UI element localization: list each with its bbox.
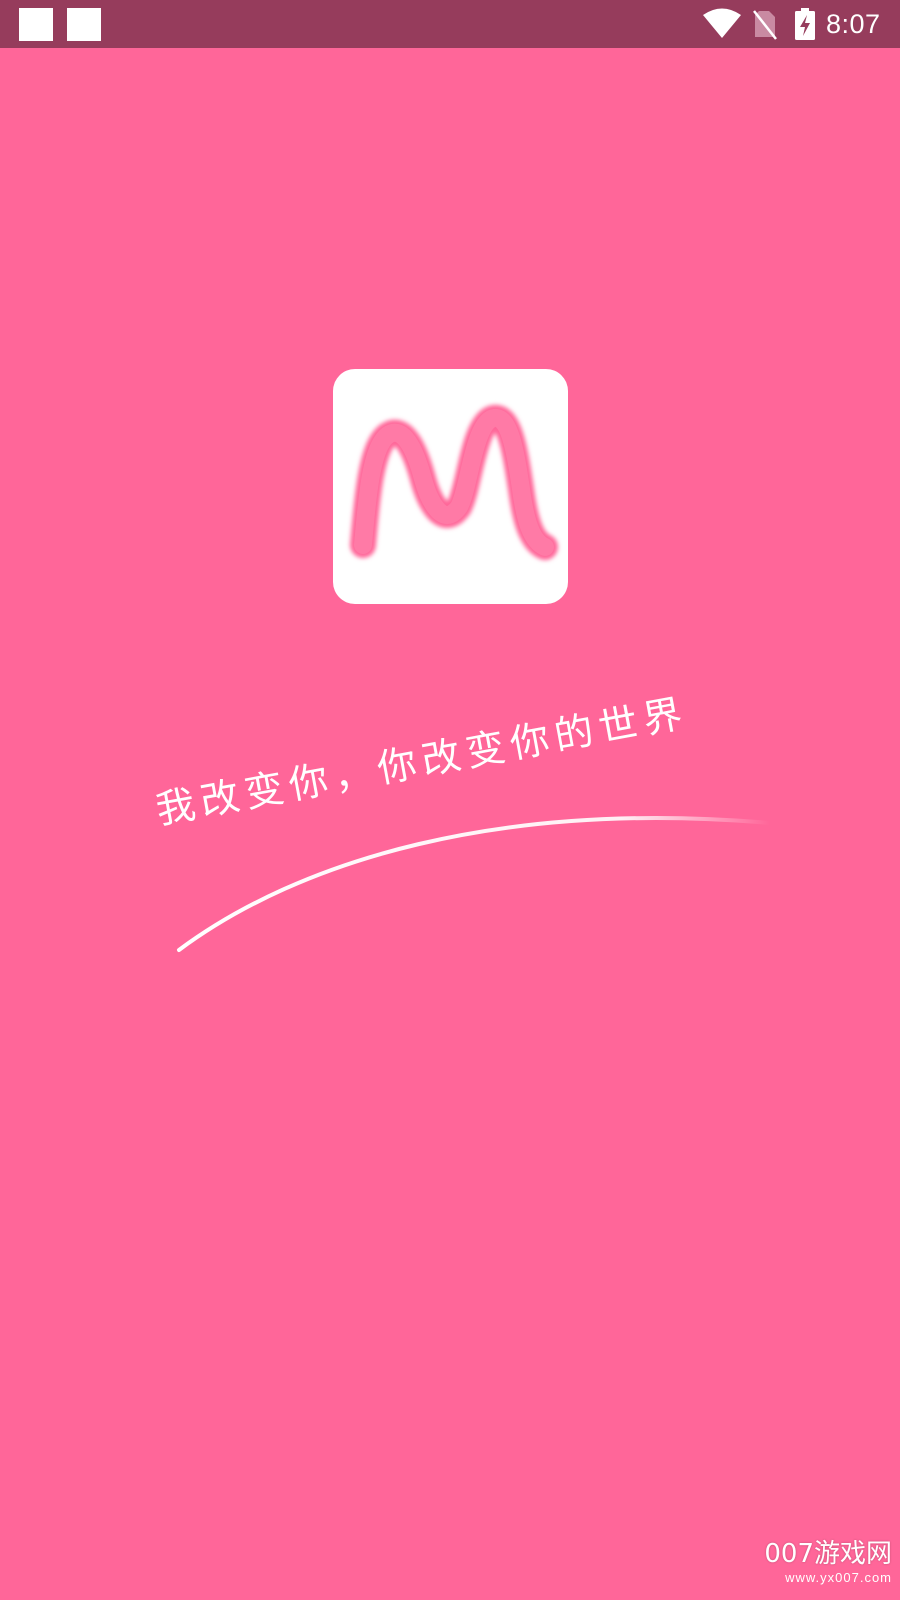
slogan-text: 我改变你，你改变你的世界 xyxy=(152,690,692,834)
notification-square-icon xyxy=(19,8,53,41)
app-logo xyxy=(333,369,568,604)
wifi-icon xyxy=(703,8,741,38)
m-logo-icon xyxy=(350,405,558,560)
splash-screen: 8:07 我改变你，你改变你的世界 007游戏网 www.yx007.com xyxy=(0,0,900,1600)
slogan-swoosh xyxy=(177,816,772,952)
notification-square-icon xyxy=(67,8,101,41)
status-bar: 8:07 xyxy=(0,0,900,48)
watermark: 007游戏网 www.yx007.com xyxy=(764,1538,892,1586)
no-sim-icon xyxy=(753,10,777,40)
watermark-title: 007游戏网 xyxy=(764,1539,892,1569)
status-time: 8:07 xyxy=(826,9,881,39)
watermark-url: www.yx007.com xyxy=(785,1570,892,1585)
battery-charging-icon xyxy=(795,8,815,40)
